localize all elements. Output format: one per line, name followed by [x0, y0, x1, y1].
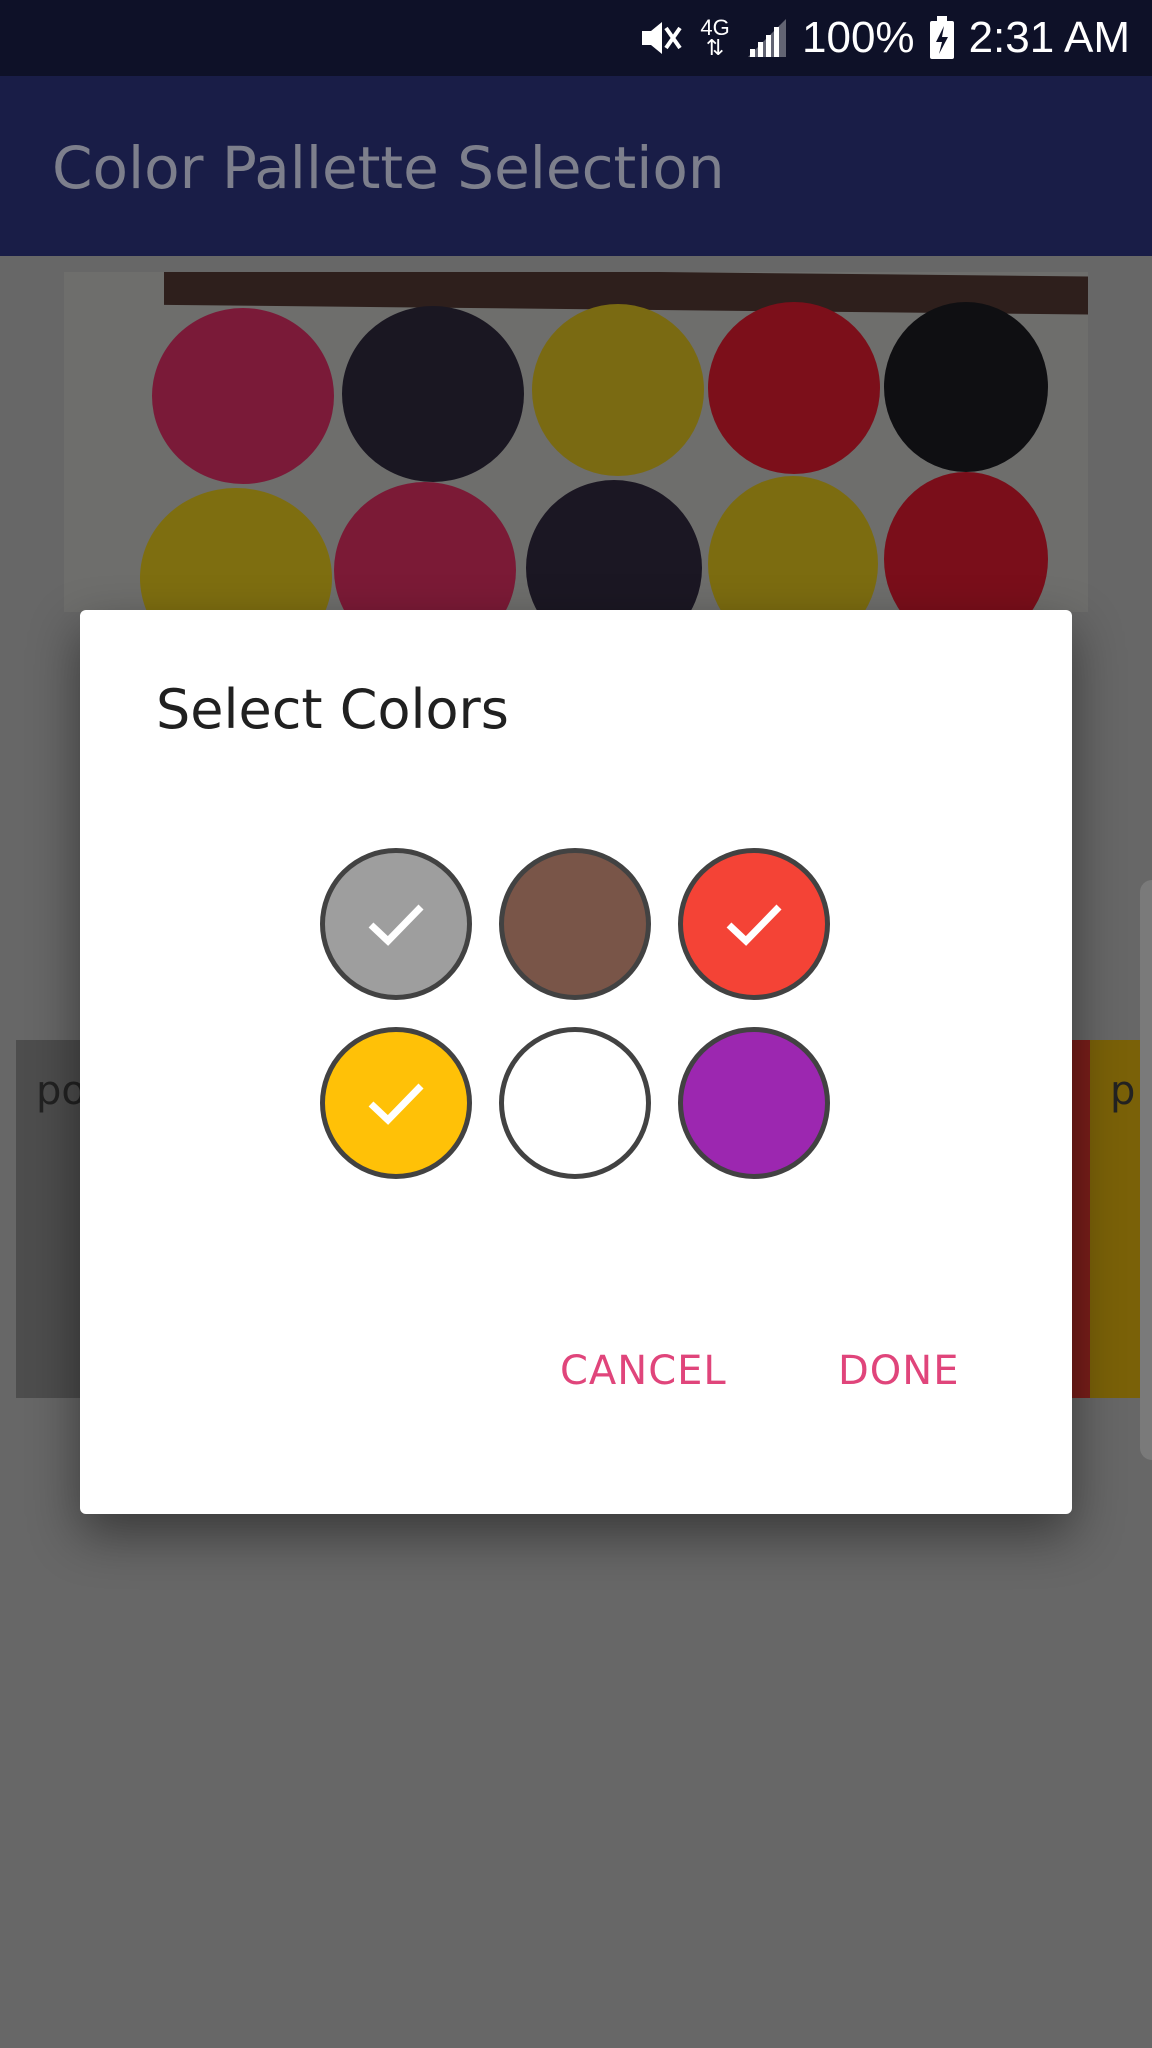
plate-image — [708, 476, 878, 612]
plate-image — [334, 482, 516, 612]
color-swatch-amber[interactable] — [320, 1027, 472, 1179]
plate-image — [342, 306, 524, 482]
4g-icon: 4G ⇅ — [700, 15, 730, 60]
color-swatch-white[interactable] — [499, 1027, 651, 1179]
plate-image — [884, 302, 1048, 472]
app-bar: Color Pallette Selection — [0, 76, 1152, 256]
color-swatch-gray[interactable] — [320, 848, 472, 1000]
battery-charging-icon — [929, 16, 954, 59]
status-bar: 4G ⇅ 100% 2:31 AM — [0, 0, 1152, 76]
dialog-title: Select Colors — [156, 678, 509, 741]
plate-image — [526, 480, 702, 612]
plate-image — [532, 304, 704, 476]
network-type-label: 4G — [700, 15, 730, 40]
plate-image — [708, 302, 880, 474]
palette-photo — [64, 272, 1088, 612]
checkmark-icon — [726, 904, 782, 946]
app-title: Color Pallette Selection — [52, 134, 725, 202]
color-swatch-purple[interactable] — [678, 1027, 830, 1179]
cancel-button[interactable]: CANCEL — [560, 1348, 727, 1394]
plate-image — [152, 308, 334, 484]
card-label: po — [36, 1068, 86, 1114]
side-panel-edge — [1140, 880, 1152, 1460]
select-colors-dialog: Select Colors CANCEL DONE — [80, 610, 1072, 1514]
color-swatch-red[interactable] — [678, 848, 830, 1000]
mute-icon — [642, 22, 682, 54]
signal-icon — [748, 19, 787, 57]
color-swatch-brown[interactable] — [499, 848, 651, 1000]
done-button[interactable]: DONE — [838, 1348, 959, 1394]
card-label: p — [1110, 1068, 1136, 1114]
checkmark-icon — [368, 1083, 424, 1125]
plate-image — [884, 472, 1048, 612]
status-icons: 4G ⇅ 100% 2:31 AM — [638, 0, 1130, 76]
battery-percent: 100% — [802, 13, 915, 62]
checkmark-icon — [368, 904, 424, 946]
plate-image — [140, 488, 332, 612]
clock: 2:31 AM — [968, 13, 1130, 62]
